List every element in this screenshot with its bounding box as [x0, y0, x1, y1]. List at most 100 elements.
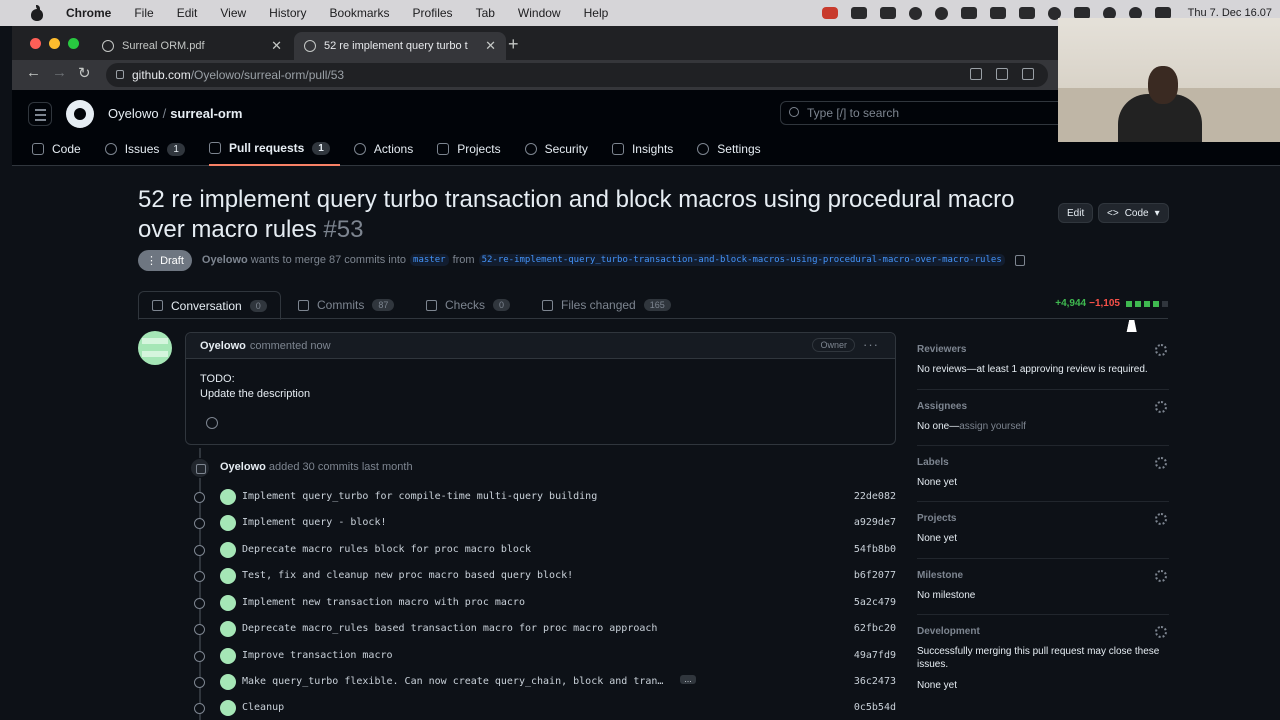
- commit-message[interactable]: Implement query - block!: [242, 517, 387, 528]
- close-window-button[interactable]: [30, 38, 41, 49]
- commit-sha[interactable]: 0c5b54d: [854, 702, 896, 713]
- tab-issues[interactable]: Issues 1: [104, 136, 195, 162]
- menu-window[interactable]: Window: [518, 6, 561, 20]
- sidebar-label[interactable]: Development: [917, 626, 1169, 637]
- commit-sha[interactable]: b6f2077: [854, 570, 896, 581]
- smiley-icon[interactable]: [206, 417, 218, 429]
- new-tab-button[interactable]: +: [508, 34, 519, 55]
- menu-file[interactable]: File: [134, 6, 153, 20]
- back-icon[interactable]: ←: [26, 64, 41, 81]
- author-link[interactable]: Oyelowo: [202, 254, 248, 266]
- commit-message[interactable]: Implement new transaction macro with pro…: [242, 597, 525, 608]
- status-app-icon[interactable]: [1018, 7, 1035, 19]
- tab-security[interactable]: Security: [524, 136, 598, 162]
- tab-actions[interactable]: Actions: [353, 136, 423, 162]
- reload-icon[interactable]: ↻: [78, 64, 91, 82]
- commit-sha[interactable]: 5a2c479: [854, 597, 896, 608]
- commit-message[interactable]: Deprecate macro_rules based transaction …: [242, 623, 657, 634]
- address-bar[interactable]: github.com/Oyelowo/surreal-orm/pull/53: [106, 63, 1048, 87]
- sidebar-label[interactable]: Reviewers: [917, 344, 1169, 355]
- status-app-icon[interactable]: [879, 7, 896, 19]
- avatar[interactable]: [220, 621, 236, 637]
- commit-sha[interactable]: 22de082: [854, 491, 896, 502]
- gear-icon[interactable]: [1155, 570, 1167, 582]
- github-logo-icon[interactable]: [66, 100, 94, 128]
- status-app-icon[interactable]: [989, 7, 1006, 19]
- status-app-icon[interactable]: [960, 7, 977, 19]
- tab-projects[interactable]: Projects: [437, 136, 510, 162]
- avatar[interactable]: [220, 700, 236, 716]
- head-branch[interactable]: 52-re-implement-query_turbo-transaction-…: [478, 254, 1005, 266]
- commit-sha[interactable]: 62fbc20: [854, 623, 896, 634]
- event-actor[interactable]: Oyelowo: [220, 461, 266, 473]
- share-icon[interactable]: [996, 68, 1008, 80]
- tab-conversation[interactable]: Conversation 0: [138, 291, 281, 320]
- commit-message[interactable]: Improve transaction macro: [242, 650, 393, 661]
- gear-icon[interactable]: [1155, 401, 1167, 413]
- browser-tab-active[interactable]: 52 re implement query turbo t ✕: [294, 32, 506, 60]
- expand-commit-button[interactable]: …: [680, 675, 696, 684]
- comment-time[interactable]: commented now: [250, 340, 331, 352]
- tab-checks[interactable]: Checks 0: [426, 291, 511, 319]
- close-tab-icon[interactable]: ✕: [485, 38, 496, 54]
- repo-name-link[interactable]: surreal-orm: [170, 106, 242, 121]
- tab-pull-requests[interactable]: Pull requests 1: [208, 136, 340, 166]
- avatar[interactable]: [220, 568, 236, 584]
- avatar[interactable]: [138, 331, 172, 365]
- bluetooth-icon[interactable]: [934, 6, 948, 20]
- menu-view[interactable]: View: [220, 6, 246, 20]
- sidebar-label[interactable]: Milestone: [917, 570, 1169, 581]
- status-app-icon[interactable]: [850, 7, 867, 19]
- gear-icon[interactable]: [1155, 513, 1167, 525]
- zoom-window-button[interactable]: [68, 38, 79, 49]
- gear-icon[interactable]: [1155, 344, 1167, 356]
- apple-icon[interactable]: [30, 5, 44, 21]
- gear-icon[interactable]: [1155, 457, 1167, 469]
- avatar[interactable]: [220, 515, 236, 531]
- open-in-app-icon[interactable]: [970, 68, 982, 80]
- commit-sha[interactable]: a929de7: [854, 517, 896, 528]
- menu-profiles[interactable]: Profiles: [413, 6, 453, 20]
- repo-owner-link[interactable]: Oyelowo: [108, 106, 159, 121]
- status-app-icon[interactable]: [821, 7, 838, 19]
- commit-message[interactable]: Implement query_turbo for compile-time m…: [242, 491, 597, 502]
- forward-icon[interactable]: →: [52, 64, 67, 81]
- site-info-icon[interactable]: [116, 70, 124, 79]
- commit-message[interactable]: Cleanup: [242, 702, 284, 713]
- assign-yourself-link[interactable]: assign yourself: [959, 421, 1026, 432]
- comment-author[interactable]: Oyelowo: [200, 340, 246, 352]
- kebab-menu-icon[interactable]: ···: [863, 337, 879, 352]
- browser-tab-pdf[interactable]: Surreal ORM.pdf ✕: [92, 32, 292, 60]
- menu-icon[interactable]: [28, 102, 52, 126]
- close-tab-icon[interactable]: ✕: [271, 38, 282, 54]
- minimize-window-button[interactable]: [49, 38, 60, 49]
- sidebar-label[interactable]: Projects: [917, 513, 1169, 524]
- commit-message[interactable]: Deprecate macro rules block for proc mac…: [242, 544, 531, 555]
- menu-edit[interactable]: Edit: [177, 6, 198, 20]
- tab-code[interactable]: Code: [32, 136, 91, 162]
- status-app-icon[interactable]: [908, 6, 922, 20]
- avatar[interactable]: [220, 542, 236, 558]
- commit-message[interactable]: Make query_turbo flexible. Can now creat…: [242, 676, 663, 687]
- avatar[interactable]: [220, 674, 236, 690]
- menu-bookmarks[interactable]: Bookmarks: [330, 6, 390, 20]
- tab-commits[interactable]: Commits 87: [298, 291, 395, 319]
- sidebar-label[interactable]: Labels: [917, 457, 1169, 468]
- avatar[interactable]: [220, 489, 236, 505]
- avatar[interactable]: [220, 595, 236, 611]
- menu-history[interactable]: History: [269, 6, 306, 20]
- gear-icon[interactable]: [1155, 626, 1167, 638]
- sidebar-label[interactable]: Assignees: [917, 401, 1169, 412]
- menu-help[interactable]: Help: [584, 6, 609, 20]
- commit-sha[interactable]: 49a7fd9: [854, 650, 896, 661]
- tab-insights[interactable]: Insights: [611, 136, 683, 162]
- commit-message[interactable]: Test, fix and cleanup new proc macro bas…: [242, 570, 573, 581]
- commit-sha[interactable]: 54fb8b0: [854, 544, 896, 555]
- commit-sha[interactable]: 36c2473: [854, 676, 896, 687]
- tab-files-changed[interactable]: Files changed 165: [542, 291, 671, 319]
- tab-settings[interactable]: Settings: [697, 136, 770, 162]
- avatar[interactable]: [220, 648, 236, 664]
- search-input[interactable]: Type [/] to search: [780, 101, 1066, 125]
- base-branch[interactable]: master: [410, 254, 449, 266]
- code-dropdown-button[interactable]: <> Code ▾: [1098, 203, 1169, 223]
